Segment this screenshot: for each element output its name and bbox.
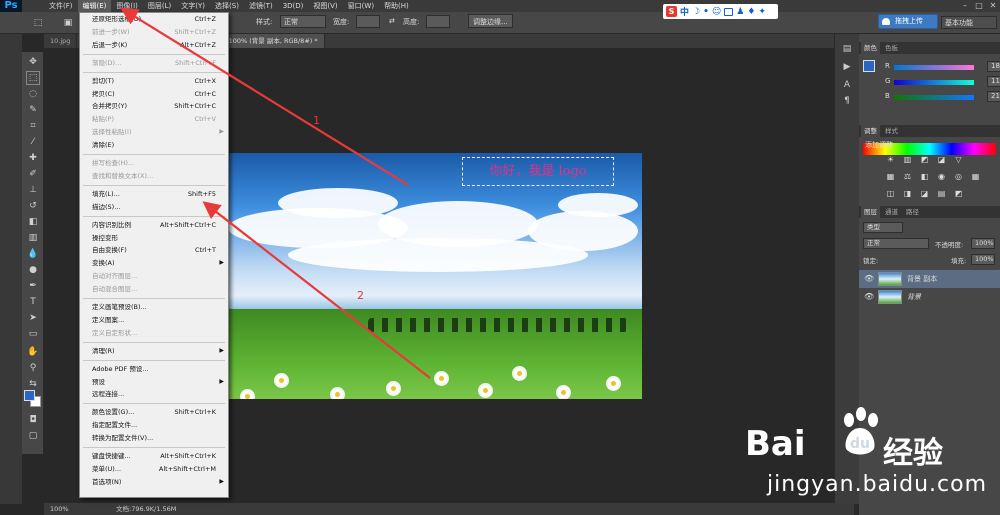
paw-icon: du xyxy=(844,407,878,455)
baidu-watermark: Bai du 经验 jingyan.baidu.com xyxy=(745,406,995,511)
watermark-brand: Bai xyxy=(745,424,806,464)
annotation-label-1: 1 xyxy=(313,114,320,127)
annotation-arrow-2 xyxy=(202,201,431,379)
annotation-label-2: 2 xyxy=(357,289,364,302)
annotation-arrow-1 xyxy=(120,7,409,186)
svg-text:du: du xyxy=(850,436,870,452)
watermark-url: jingyan.baidu.com xyxy=(767,472,988,497)
watermark-brand-cn: 经验 xyxy=(883,436,943,471)
